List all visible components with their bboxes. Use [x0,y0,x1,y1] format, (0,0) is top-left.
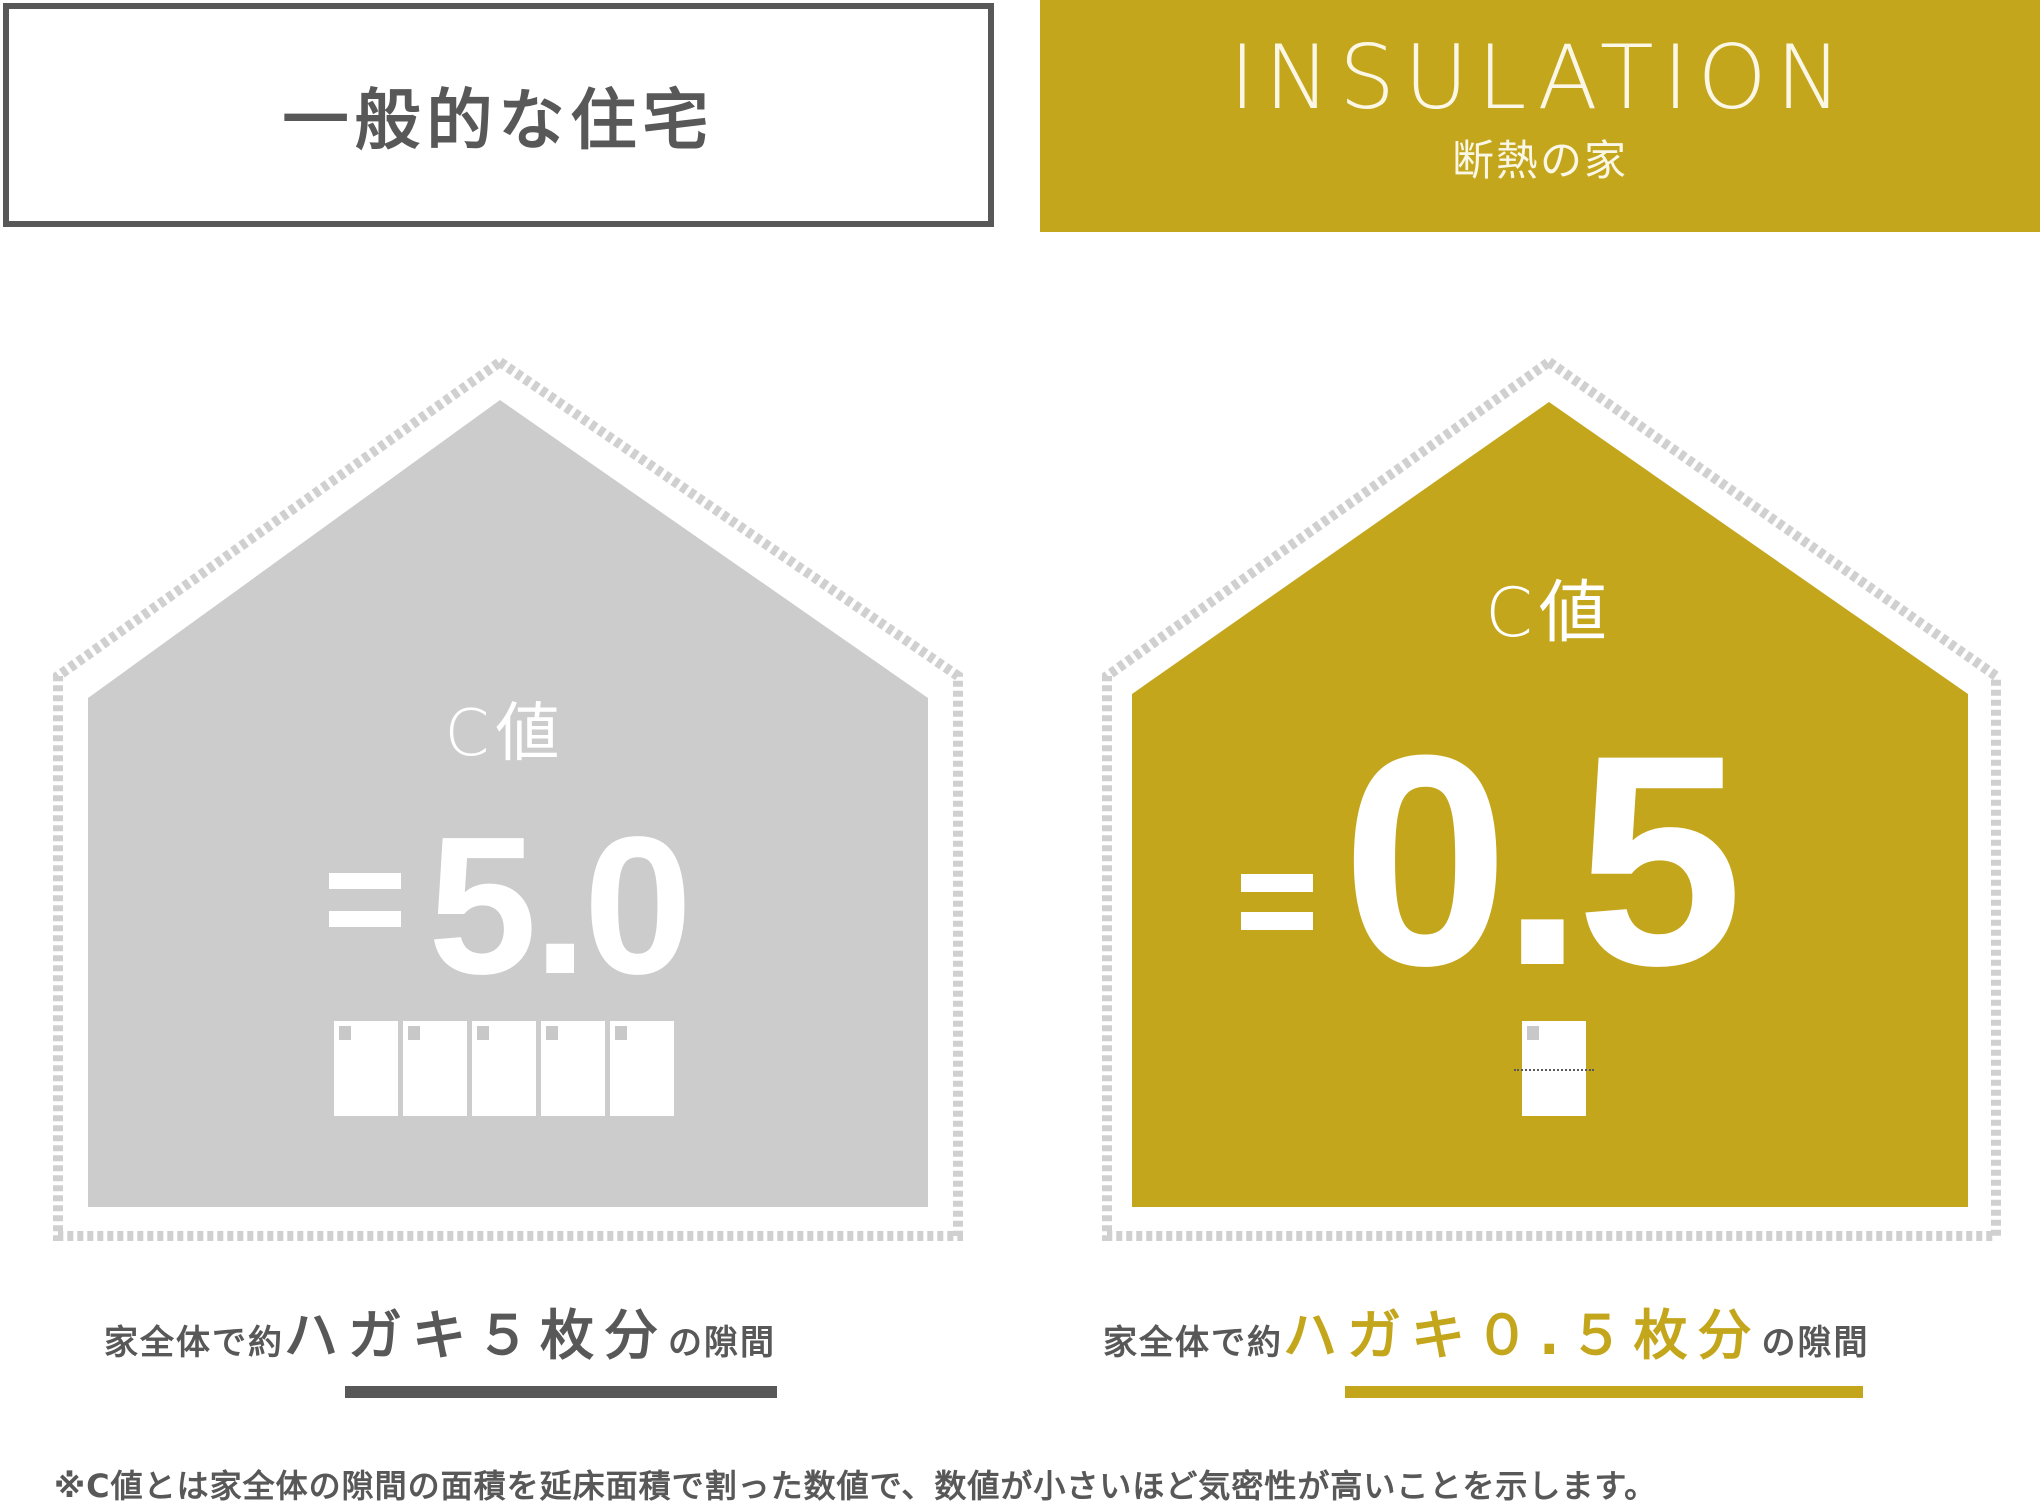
insulation-house-caption-underline [1345,1386,1863,1398]
footnote: ※C値とは家全体の隙間の面積を延床面積で割った数値で、数値が小さいほど気密性が高… [54,1467,1658,1505]
insulation-house-equals-top [1241,874,1313,892]
postcard [334,1021,398,1116]
general-house-caption: 家全体で約ハガキ５枚分の隙間 [104,1309,776,1363]
caption-highlight: ハガキ５枚分 [284,1304,668,1367]
insulation-house-equals-bottom [1241,912,1313,930]
general-house-postcards [334,1021,676,1116]
insulation-house-c-label: C値 [1485,574,1613,653]
general-house-equals-bottom [329,911,401,927]
insulation-house-postcards [1514,1021,1594,1116]
general-house-caption-underline [345,1386,777,1398]
postcard [403,1021,467,1116]
caption-prefix: 家全体で約 [104,1323,284,1363]
postcard [541,1021,605,1116]
caption-highlight: ハガキ０.５枚分 [1283,1304,1762,1367]
caption-suffix: の隙間 [1761,1323,1870,1363]
general-house-c-label: C値 [444,697,566,771]
insulation-house-c-value: 0.5 [1342,692,1743,1028]
insulation-house-caption: 家全体で約ハガキ０.５枚分の隙間 [1103,1309,1870,1363]
postcard [472,1021,536,1116]
postcard-half-line [1514,1069,1594,1071]
general-house-equals-top [329,873,401,889]
general-house-c-value: 5.0 [428,796,692,1015]
caption-suffix: の隙間 [668,1323,776,1363]
postcard [610,1021,674,1116]
half-postcard [1514,1021,1594,1116]
caption-prefix: 家全体で約 [1103,1323,1283,1363]
